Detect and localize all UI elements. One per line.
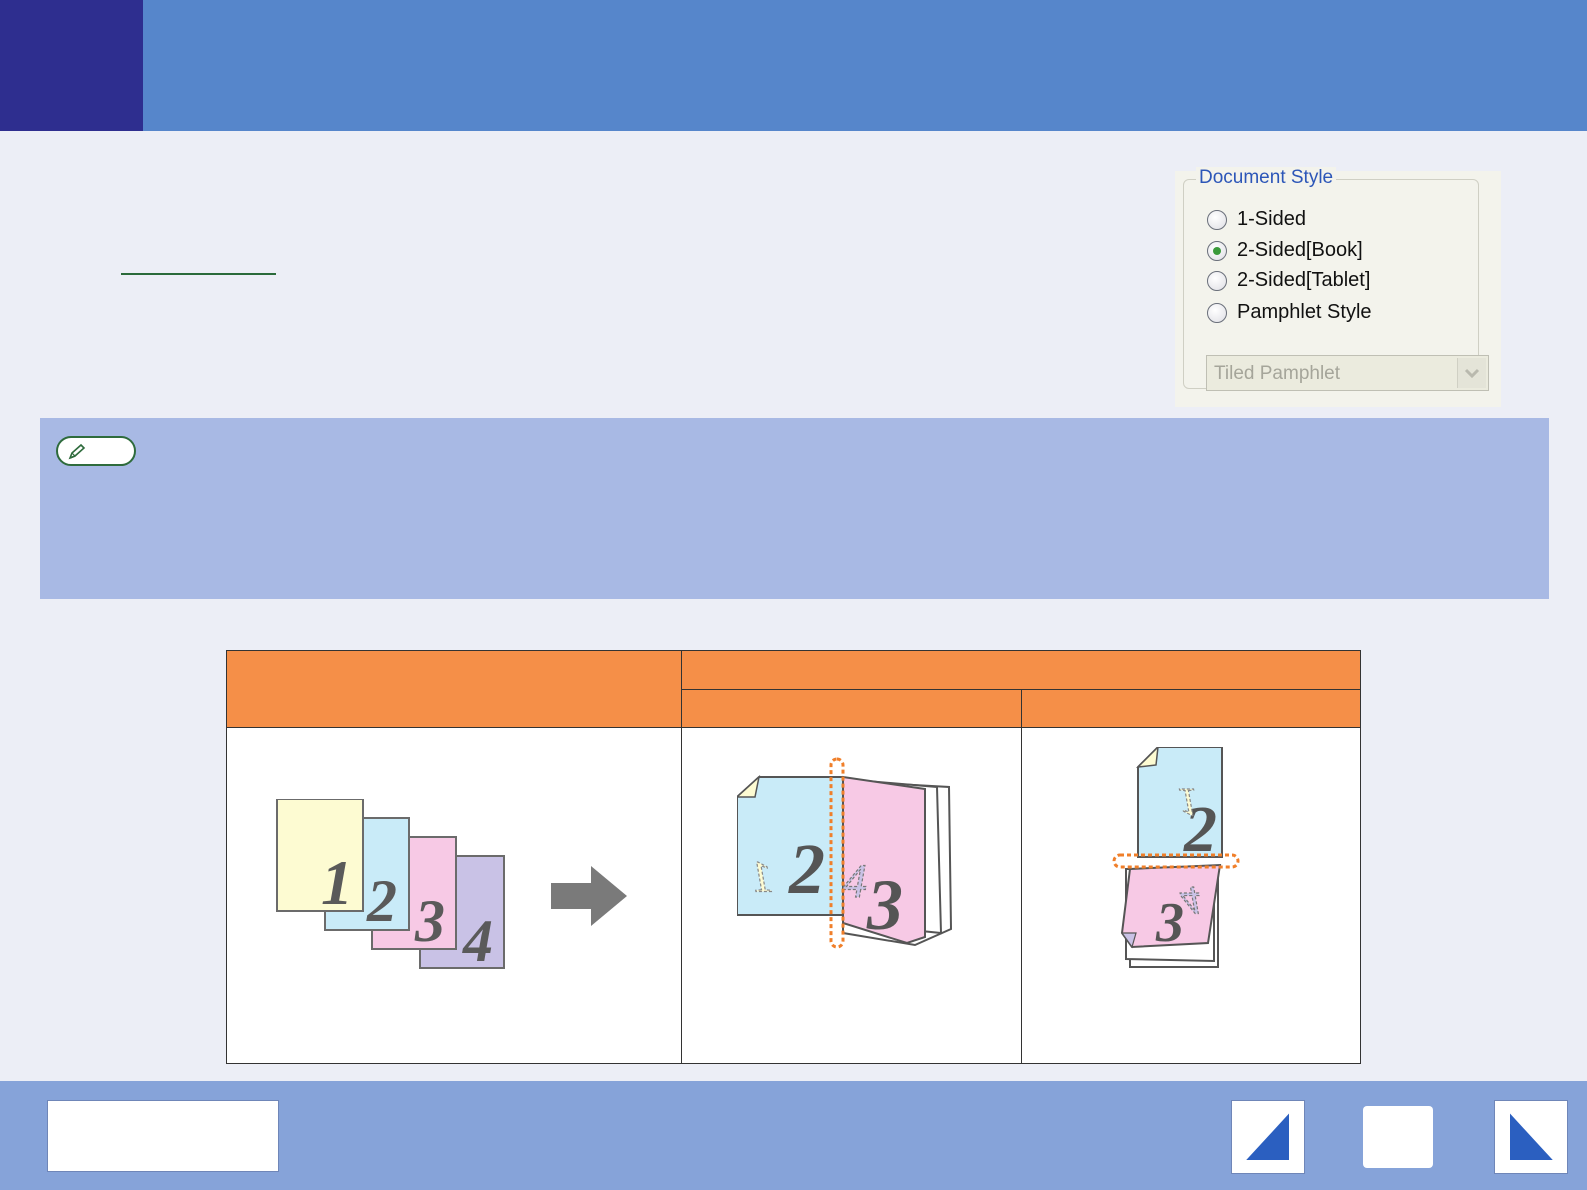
chevron-down-icon[interactable] <box>1457 358 1486 388</box>
radio-button-selected[interactable] <box>1207 240 1227 261</box>
table-header-tablet <box>1022 690 1360 727</box>
chapter-marker <box>0 0 143 131</box>
divider <box>682 689 1360 690</box>
radio-label: Pamphlet Style <box>1237 301 1372 323</box>
radio-button[interactable] <box>1207 270 1227 291</box>
next-page-button[interactable] <box>1494 1100 1568 1174</box>
page-number: 2 <box>788 829 825 909</box>
radio-2-sided-book[interactable]: 2-Sided[Book] <box>1207 239 1363 262</box>
divider <box>1021 689 1022 1063</box>
tablet-binding-illustration: 2 3 1 4 <box>1112 747 1240 968</box>
duplex-illustration-table: 1 2 3 4 2 3 1 4 2 3 1 4 <box>226 650 1361 1064</box>
flow-arrow-icon <box>551 866 627 926</box>
radio-1-sided[interactable]: 1-Sided <box>1207 208 1306 231</box>
page-curl <box>737 774 761 798</box>
document-style-legend: Document Style <box>1196 167 1337 189</box>
radio-button[interactable] <box>1207 302 1227 323</box>
page-curl <box>1135 747 1159 768</box>
header-bar <box>0 0 1587 131</box>
return-button[interactable] <box>1363 1106 1433 1168</box>
table-header-printed <box>682 651 1360 689</box>
page-number: 2 <box>366 868 397 934</box>
original-pages-illustration: 1 2 3 4 <box>276 799 627 974</box>
note-box <box>40 418 1549 599</box>
divider <box>681 651 682 1063</box>
page-number-mirrored: 1 <box>751 852 773 901</box>
note-badge <box>56 436 136 466</box>
footer-bar <box>0 1081 1587 1190</box>
pencil-icon <box>68 443 86 460</box>
document-style-panel: Document Style 1-Sided 2-Sided[Book] 2-S… <box>1175 167 1501 407</box>
radio-button[interactable] <box>1207 209 1227 230</box>
page-number: 4 <box>462 908 493 974</box>
arrow-left-icon <box>1241 1108 1291 1162</box>
page-number: 1 <box>321 847 353 918</box>
divider <box>227 727 1360 728</box>
link-underline[interactable] <box>121 273 276 275</box>
document-style-group: Document Style 1-Sided 2-Sided[Book] 2-S… <box>1183 167 1489 391</box>
table-header-book <box>682 690 1021 727</box>
page-number-mirrored: 1 <box>1178 780 1198 825</box>
previous-page-button[interactable] <box>1231 1100 1305 1174</box>
radio-pamphlet-style[interactable]: Pamphlet Style <box>1207 301 1372 324</box>
book-binding-illustration: 2 3 1 4 <box>737 757 953 949</box>
arrow-right-icon <box>1508 1108 1558 1162</box>
contents-button[interactable] <box>47 1100 279 1172</box>
page-number-mirrored: 4 <box>843 855 867 908</box>
radio-label: 2-Sided[Tablet] <box>1237 269 1371 291</box>
radio-2-sided-tablet[interactable]: 2-Sided[Tablet] <box>1207 269 1370 292</box>
table-header-original <box>227 651 681 727</box>
pamphlet-type-select[interactable]: Tiled Pamphlet <box>1206 355 1489 391</box>
radio-label: 2-Sided[Book] <box>1237 239 1363 261</box>
page-number: 3 <box>414 888 445 954</box>
page-number-mirrored: 4 <box>1180 878 1200 923</box>
pamphlet-type-value: Tiled Pamphlet <box>1214 363 1341 384</box>
page-number: 3 <box>866 865 903 945</box>
radio-label: 1-Sided <box>1237 208 1306 230</box>
radio-selected-dot <box>1213 246 1221 255</box>
